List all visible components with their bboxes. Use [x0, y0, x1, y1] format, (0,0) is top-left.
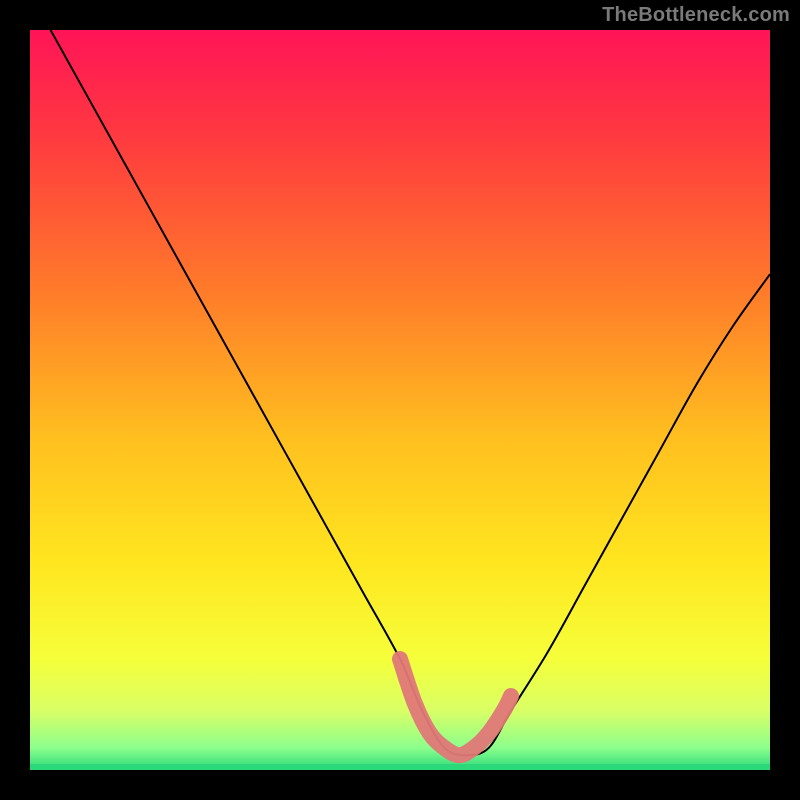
baseline-strip — [30, 764, 770, 770]
chart-plot-area — [30, 30, 770, 770]
watermark-text: TheBottleneck.com — [602, 4, 790, 27]
chart-frame: TheBottleneck.com — [0, 0, 800, 800]
chart-svg — [30, 30, 770, 770]
